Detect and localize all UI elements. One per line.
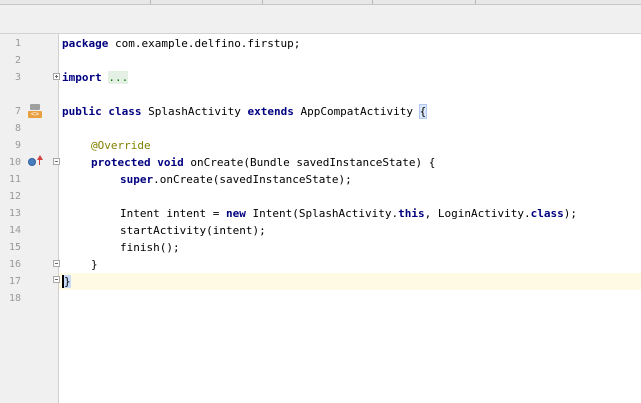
fold-collapse-icon[interactable] <box>53 260 60 267</box>
keyword-token: public <box>62 105 102 118</box>
code-line[interactable]: 15 finish(); <box>0 239 641 256</box>
line-number: 14 <box>8 225 21 236</box>
code-token: com.example.delfino.firstup; <box>108 37 301 50</box>
keyword-token: extends <box>247 105 294 118</box>
current-code-line[interactable]: 17 } <box>0 273 641 290</box>
line-number: 12 <box>8 191 21 202</box>
line-number: 10 <box>8 157 21 168</box>
code-line[interactable]: 12 <box>0 188 641 205</box>
code-text[interactable]: startActivity(intent); <box>120 222 266 239</box>
folded-imports[interactable]: ... <box>108 71 129 84</box>
code-text[interactable]: package com.example.delfino.firstup; <box>62 35 300 52</box>
keyword-token: super <box>120 173 154 186</box>
keyword-token: class <box>108 105 142 118</box>
override-arrow-icon <box>39 159 40 165</box>
line-number: 17 <box>8 276 21 287</box>
code-line[interactable]: 7 <> public class SplashActivity extends… <box>0 103 641 120</box>
line-number: 8 <box>14 123 21 134</box>
code-line[interactable]: 1 package com.example.delfino.firstup; <box>0 35 641 52</box>
line-number: 9 <box>14 140 21 151</box>
code-token: AppCompatActivity <box>293 105 420 118</box>
code-token: , LoginActivity. <box>424 207 531 220</box>
line-number: 1 <box>14 38 21 49</box>
code-text[interactable]: import ... <box>62 69 129 86</box>
code-token: SplashActivity <box>141 105 248 118</box>
fold-expand-icon[interactable] <box>53 73 60 80</box>
line-number: 11 <box>8 174 21 185</box>
line-number: 16 <box>8 259 21 270</box>
keyword-token: import <box>62 71 102 84</box>
code-token: Intent(SplashActivity. <box>245 207 399 220</box>
text-caret: } <box>62 275 71 288</box>
code-token: onCreate(Bundle savedInstanceState) { <box>183 156 436 169</box>
fold-collapse-icon[interactable] <box>53 158 60 165</box>
android-activity-icon[interactable]: <> <box>28 111 42 118</box>
editor-breadcrumb-bar <box>0 5 641 34</box>
tab-separator <box>150 0 151 4</box>
line-number: 3 <box>14 72 21 83</box>
keyword-token: package <box>62 37 109 50</box>
line-number: 2 <box>14 55 21 66</box>
line-number: 13 <box>8 208 21 219</box>
code-text[interactable]: } <box>62 273 71 290</box>
line-number: 15 <box>8 242 21 253</box>
code-text[interactable]: @Override <box>91 137 151 154</box>
line-number: 7 <box>14 106 21 117</box>
code-text[interactable]: finish(); <box>120 239 180 256</box>
fold-collapse-icon[interactable] <box>53 276 60 283</box>
code-token: .onCreate(savedInstanceState); <box>153 173 352 186</box>
code-line[interactable]: 10 protected void onCreate(Bundle savedI… <box>0 154 641 171</box>
keyword-token: class <box>530 207 564 220</box>
code-line[interactable]: 9 @Override <box>0 137 641 154</box>
keyword-token: new <box>225 207 246 220</box>
code-text[interactable]: public class SplashActivity extends AppC… <box>62 103 428 120</box>
current-line-highlight <box>59 273 641 290</box>
tab-separator <box>372 0 373 4</box>
override-arrow-icon <box>37 155 43 160</box>
code-text[interactable]: protected void onCreate(Bundle savedInst… <box>91 154 435 171</box>
tab-separator <box>475 0 476 4</box>
tab-separator <box>262 0 263 4</box>
line-number: 18 <box>8 293 21 304</box>
code-line[interactable]: 16 } <box>0 256 641 273</box>
code-text[interactable]: } <box>91 256 98 273</box>
keyword-token: protected <box>91 156 151 169</box>
override-method-icon[interactable] <box>28 158 36 166</box>
code-line[interactable]: 18 <box>0 290 641 307</box>
code-line[interactable]: 8 <box>0 120 641 137</box>
keyword-token: void <box>157 156 184 169</box>
code-text[interactable]: super.onCreate(savedInstanceState); <box>120 171 352 188</box>
code-line[interactable]: 2 <box>0 52 641 69</box>
code-line[interactable]: 14 startActivity(intent); <box>0 222 641 239</box>
code-line[interactable]: 3 import ... <box>0 69 641 86</box>
code-editor[interactable]: 1 package com.example.delfino.firstup; 2… <box>0 34 641 403</box>
code-line[interactable]: 13 Intent intent = new Intent(SplashActi… <box>0 205 641 222</box>
code-text[interactable]: Intent intent = new Intent(SplashActivit… <box>120 205 577 222</box>
code-token: ); <box>563 207 578 220</box>
code-token: Intent intent = <box>120 207 226 220</box>
code-line[interactable]: 11 super.onCreate(savedInstanceState); <box>0 171 641 188</box>
matched-brace: { <box>418 104 428 119</box>
keyword-token: this <box>398 207 425 220</box>
annotation-token: @Override <box>91 139 151 152</box>
